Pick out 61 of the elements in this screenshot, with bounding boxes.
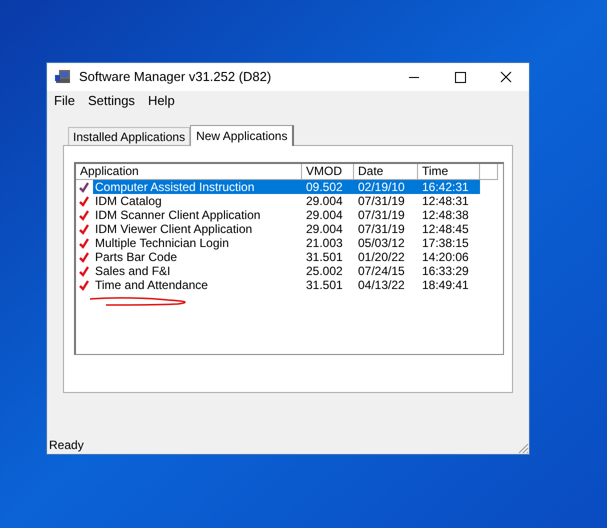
table-cell-text: 16:33:29: [421, 264, 470, 278]
menu-item[interactable]: File: [54, 91, 75, 111]
table-cell: 09.502: [302, 180, 354, 194]
table-cell-text: 29.004: [305, 222, 344, 236]
table-cell-text: 14:20:06: [421, 250, 470, 264]
menu-item[interactable]: Help: [148, 91, 175, 111]
check-icon: [79, 280, 89, 290]
table-cell-text: IDM Scanner Client Application: [94, 208, 262, 222]
menu-item[interactable]: Settings: [88, 91, 135, 111]
table-cell-text: 25.002: [305, 264, 344, 278]
column-header[interactable]: Time: [418, 164, 480, 180]
tab[interactable]: Installed Applications: [68, 127, 190, 145]
check-icon: [79, 224, 89, 234]
table-cell-text: 29.004: [305, 194, 344, 208]
list-row[interactable]: Multiple Technician Login 21.003 05/03/12 17:38:15: [76, 236, 503, 250]
table-cell: 02/19/10: [354, 180, 418, 194]
list-row[interactable]: Parts Bar Code 31.501 01/20/22 14:20:06: [76, 250, 503, 264]
column-header[interactable]: VMOD: [302, 164, 354, 180]
table-cell-text: 21.003: [305, 236, 344, 250]
table-cell-text: 07/31/19: [357, 222, 406, 236]
table-cell-text: 12:48:31: [421, 194, 470, 208]
table-cell-text: 12:48:38: [421, 208, 470, 222]
table-cell-text: 07/31/19: [357, 194, 406, 208]
list-row[interactable]: Sales and F&I 25.002 07/24/15 16:33:29: [76, 264, 503, 278]
table-cell-text: IDM Catalog: [94, 194, 163, 208]
table-cell-text: Multiple Technician Login: [94, 236, 230, 250]
check-icon: [79, 238, 89, 248]
check-icon: [79, 210, 89, 220]
column-header[interactable]: Date: [354, 164, 418, 180]
table-cell: Computer Assisted Instruction: [93, 180, 302, 194]
list-row[interactable]: IDM Scanner Client Application 29.004 07/31/19 12:48:38: [76, 208, 503, 222]
table-cell-text: 07/24/15: [357, 264, 406, 278]
table-cell-text: Time and Attendance: [94, 278, 209, 292]
resize-grip-icon[interactable]: [517, 442, 529, 454]
table-cell-text: 01/20/22: [357, 250, 406, 264]
table-cell: 16:42:31: [418, 180, 480, 194]
list-row[interactable]: Computer Assisted Instruction 09.502 02/19/10 16:42:31: [76, 180, 503, 194]
check-icon: [79, 196, 89, 206]
table-cell-text: 29.004: [305, 208, 344, 222]
table-cell-text: 17:38:15: [421, 236, 470, 250]
tab[interactable]: New Applications: [190, 125, 294, 146]
window-title: Software Manager v31.252 (D82): [79, 68, 272, 86]
list-row[interactable]: IDM Viewer Client Application 29.004 07/31/19 12:48:45: [76, 222, 503, 236]
check-icon: [79, 266, 89, 276]
check-icon: [79, 252, 89, 262]
table-cell-text: 12:48:45: [421, 222, 470, 236]
status-text: Ready: [48, 437, 84, 454]
table-cell-text: 31.501: [305, 278, 344, 292]
table-cell-text: 05/03/12: [357, 236, 406, 250]
table-cell-text: IDM Viewer Client Application: [94, 222, 254, 236]
table-cell-text: 07/31/19: [357, 208, 406, 222]
column-header[interactable]: Application: [76, 164, 302, 180]
table-cell-text: 04/13/22: [357, 278, 406, 292]
table-cell-text: 31.501: [305, 250, 344, 264]
table-cell-text: Parts Bar Code: [94, 250, 178, 264]
list-row[interactable]: Time and Attendance 31.501 04/13/22 18:49:41: [76, 278, 503, 292]
check-icon: [79, 182, 89, 192]
table-cell-text: 18:49:41: [421, 278, 470, 292]
computer-icon: [55, 69, 73, 85]
list-row[interactable]: IDM Catalog 29.004 07/31/19 12:48:31: [76, 194, 503, 208]
table-cell-text: Sales and F&I: [94, 264, 172, 278]
